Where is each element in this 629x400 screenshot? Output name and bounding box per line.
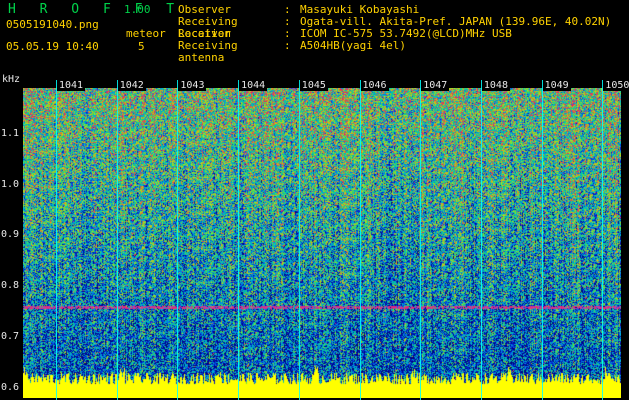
- app-logo: H R O F F T: [8, 2, 183, 17]
- x-tick-label: 1041: [57, 80, 86, 91]
- x-tick-label: 1050: [603, 80, 629, 91]
- y-tick-label: 0.7: [1, 331, 20, 343]
- y-tick-label: 1.0: [1, 178, 20, 190]
- x-grid-line: [420, 80, 422, 400]
- x-tick-label: 1046: [360, 80, 389, 91]
- info-value: A504HB(yagi 4el): [300, 39, 406, 52]
- header: H R O F F T 1.00 0505191040.png 05.05.19…: [0, 0, 629, 78]
- x-tick-label: 1042: [117, 80, 146, 91]
- y-tick-label: 0.8: [1, 280, 20, 292]
- info-row-antenna: Receiving antenna: A504HB(yagi 4el): [178, 39, 406, 64]
- y-tick-label: 0.9: [1, 229, 20, 241]
- info-key: Receiving antenna: [178, 39, 238, 64]
- x-tick-label: 1047: [421, 80, 450, 91]
- x-grid-line: [298, 80, 300, 400]
- meteor-label: meteor: [126, 27, 166, 40]
- y-tick-label: 0.6: [1, 381, 20, 393]
- spectrogram-plot: [23, 88, 621, 398]
- x-tick-label: 1048: [481, 80, 510, 91]
- file-name: 0505191040.png: [6, 18, 99, 31]
- observation-info: Observer: Masayuki Kobayashi Receiving Lo…: [178, 4, 611, 64]
- y-axis-unit: kHz: [2, 74, 21, 85]
- x-tick-label: 1045: [299, 80, 328, 91]
- meteor-count: 5: [138, 40, 145, 53]
- x-grid-line: [177, 80, 179, 400]
- x-tick-label: 1044: [239, 80, 268, 91]
- y-tick-label: 1.1: [1, 127, 20, 139]
- x-grid-line: [116, 80, 118, 400]
- x-grid-line: [480, 80, 482, 400]
- x-grid-line: [541, 80, 543, 400]
- x-grid-line: [56, 80, 57, 400]
- x-grid-line: [359, 80, 361, 400]
- x-grid-line: [238, 80, 240, 400]
- app-version: 1.00: [124, 3, 151, 16]
- x-tick-label: 1043: [178, 80, 207, 91]
- x-grid-line: [602, 80, 604, 400]
- waterfall-canvas: [23, 88, 621, 398]
- datetime: 05.05.19 10:40: [6, 40, 99, 53]
- x-tick-label: 1049: [542, 80, 571, 91]
